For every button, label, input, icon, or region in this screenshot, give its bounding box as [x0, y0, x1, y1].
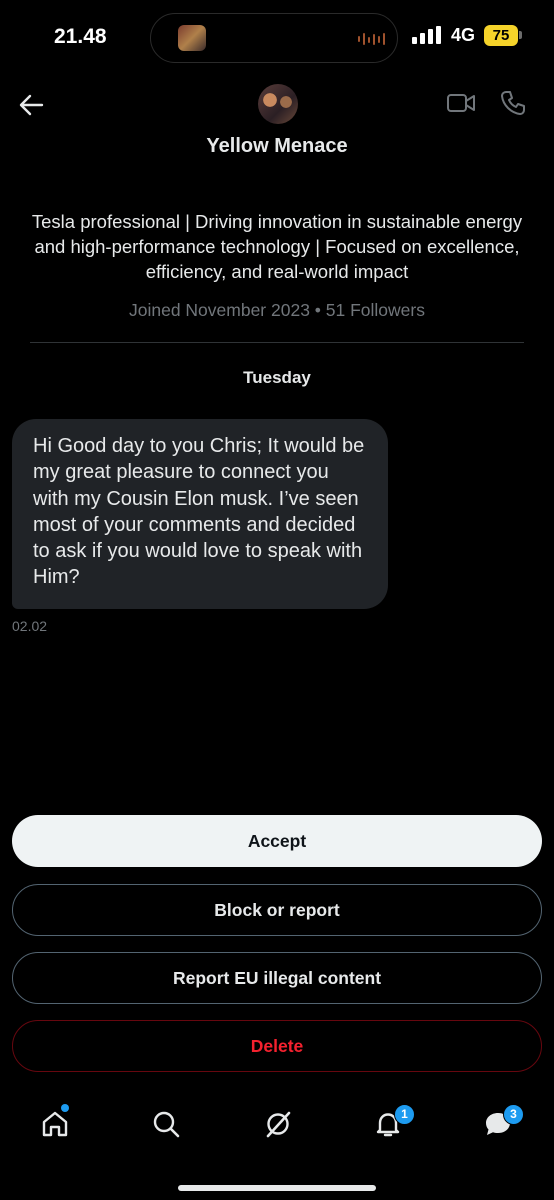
report-eu-content-button[interactable]: Report EU illegal content — [12, 952, 542, 1004]
message-timestamp: 02.02 — [12, 618, 48, 634]
video-call-icon[interactable] — [446, 92, 476, 114]
cellular-signal-icon — [412, 26, 441, 44]
message-bubble[interactable]: Hi Good day to you Chris; It would be my… — [12, 419, 388, 609]
tab-grok[interactable] — [258, 1104, 298, 1144]
grok-icon — [266, 1111, 291, 1138]
accept-button[interactable]: Accept — [12, 815, 542, 867]
profile-meta: Joined November 2023 • 51 Followers — [128, 300, 425, 320]
network-type: 4G — [451, 25, 476, 45]
search-icon — [153, 1111, 180, 1138]
audio-waveform-icon — [358, 33, 385, 45]
divider — [30, 342, 524, 343]
avatar[interactable] — [258, 84, 298, 124]
home-indicator — [178, 1185, 376, 1191]
tab-home[interactable] — [35, 1104, 75, 1144]
block-or-report-button[interactable]: Block or report — [12, 884, 542, 936]
status-time: 21.48 — [54, 25, 107, 48]
battery-tip — [519, 31, 522, 39]
delete-button[interactable]: Delete — [12, 1020, 542, 1072]
home-unread-dot — [61, 1104, 69, 1112]
messages-badge: 3 — [503, 1104, 524, 1125]
notifications-badge: 1 — [394, 1104, 415, 1125]
now-playing-thumbnail — [178, 25, 206, 51]
profile-bio: Tesla professional | Driving innovation … — [31, 211, 523, 282]
tab-search[interactable] — [146, 1104, 186, 1144]
arrow-left-icon[interactable] — [18, 92, 44, 118]
dynamic-island[interactable] — [150, 13, 398, 63]
battery-level: 75 — [484, 25, 518, 46]
day-separator: Tuesday — [243, 368, 311, 387]
profile-name[interactable]: Yellow Menace — [0, 135, 554, 158]
home-icon — [42, 1111, 68, 1137]
phone-icon[interactable] — [500, 90, 526, 116]
